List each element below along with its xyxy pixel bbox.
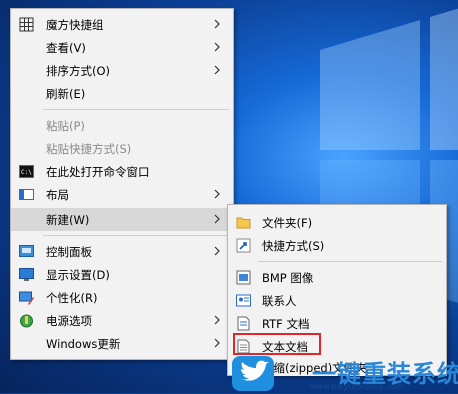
menu-item-layout[interactable]: 布局 <box>11 183 233 206</box>
menu-item-refresh[interactable]: 刷新(E) <box>11 82 233 105</box>
menu-item-label: 查看(V) <box>46 41 86 55</box>
power-icon <box>20 314 33 328</box>
chevron-right-icon <box>214 42 220 52</box>
menu-item-label: 新建(W) <box>46 213 90 227</box>
submenu-separator <box>258 261 442 262</box>
menu-item-sort[interactable]: 排序方式(O) <box>11 59 233 82</box>
chevron-right-icon <box>214 65 220 75</box>
menu-item-new[interactable]: 新建(W) <box>11 208 233 231</box>
grid-icon <box>19 17 34 32</box>
watermark: 压缩(zipped)文件夹 一键重装系统 www.baiyunxitong.co… <box>232 354 458 393</box>
folder-icon <box>236 217 251 229</box>
menu-separator <box>43 109 229 110</box>
bmp-icon <box>236 270 251 285</box>
chevron-right-icon <box>214 19 220 29</box>
menu-item-paste-shortcut: 粘贴快捷方式(S) <box>11 137 233 160</box>
desktop-context-menu: 魔方快捷组 查看(V) 排序方式(O) 刷新(E) 粘贴(P) 粘贴快捷方式(S… <box>10 8 234 360</box>
menu-item-label: 在此处打开命令窗口 <box>46 165 150 179</box>
personalize-icon <box>19 291 34 305</box>
menu-item-personalize[interactable]: 个性化(R) <box>11 286 233 309</box>
chevron-right-icon <box>214 338 220 348</box>
chevron-right-icon <box>214 189 220 199</box>
chevron-right-icon <box>214 246 220 256</box>
submenu-item-folder[interactable]: 文件夹(F) <box>228 211 446 234</box>
chevron-right-icon <box>214 214 220 224</box>
menu-item-view[interactable]: 查看(V) <box>11 36 233 59</box>
submenu-item-label: 文件夹(F) <box>262 216 313 230</box>
cmd-icon: C:\ <box>19 165 34 178</box>
menu-item-label: 刷新(E) <box>46 87 86 101</box>
menu-separator <box>43 235 229 236</box>
submenu-item-bmp[interactable]: BMP 图像 <box>228 266 446 289</box>
menu-item-label: 控制面板 <box>46 245 92 259</box>
submenu-item-shortcut[interactable]: 快捷方式(S) <box>228 234 446 257</box>
menu-item-paste: 粘贴(P) <box>11 114 233 137</box>
control-panel-icon <box>19 245 34 257</box>
menu-item-label: 显示设置(D) <box>46 268 110 282</box>
menu-item-mofang[interactable]: 魔方快捷组 <box>11 13 233 36</box>
submenu-item-label: 联系人 <box>262 294 297 308</box>
menu-item-label: 魔方快捷组 <box>46 18 104 32</box>
menu-item-label: 排序方式(O) <box>46 64 111 78</box>
contact-icon <box>236 294 251 307</box>
text-document-highlight-box <box>233 333 321 355</box>
display-icon <box>19 268 34 281</box>
menu-item-power-options[interactable]: 电源选项 <box>11 309 233 332</box>
chevron-right-icon <box>214 315 220 325</box>
svg-text:C:\: C:\ <box>21 169 32 176</box>
watermark-url: www.baiyunxitong.com <box>310 382 404 391</box>
submenu-item-label: BMP 图像 <box>262 271 314 285</box>
menu-item-label: 电源选项 <box>46 314 92 328</box>
submenu-item-contact[interactable]: 联系人 <box>228 289 446 312</box>
submenu-item-rtf[interactable]: RTF 文档 <box>228 312 446 335</box>
submenu-item-label: RTF 文档 <box>262 317 310 331</box>
twitter-bird-logo-icon <box>232 356 274 391</box>
menu-item-label: Windows更新 <box>46 337 121 351</box>
menu-item-open-cmd[interactable]: C:\ 在此处打开命令窗口 <box>11 160 233 183</box>
submenu-item-label: 快捷方式(S) <box>262 239 325 253</box>
menu-item-label: 个性化(R) <box>46 291 98 305</box>
shortcut-icon <box>236 238 251 253</box>
layout-icon <box>19 189 34 200</box>
menu-item-label: 粘贴(P) <box>46 119 85 133</box>
menu-item-display-settings[interactable]: 显示设置(D) <box>11 263 233 286</box>
menu-item-windows-update[interactable]: Windows更新 <box>11 332 233 355</box>
rtf-icon <box>237 316 250 331</box>
menu-item-label: 布局 <box>46 188 69 202</box>
menu-item-control-panel[interactable]: 控制面板 <box>11 240 233 263</box>
menu-item-label: 粘贴快捷方式(S) <box>46 142 132 156</box>
